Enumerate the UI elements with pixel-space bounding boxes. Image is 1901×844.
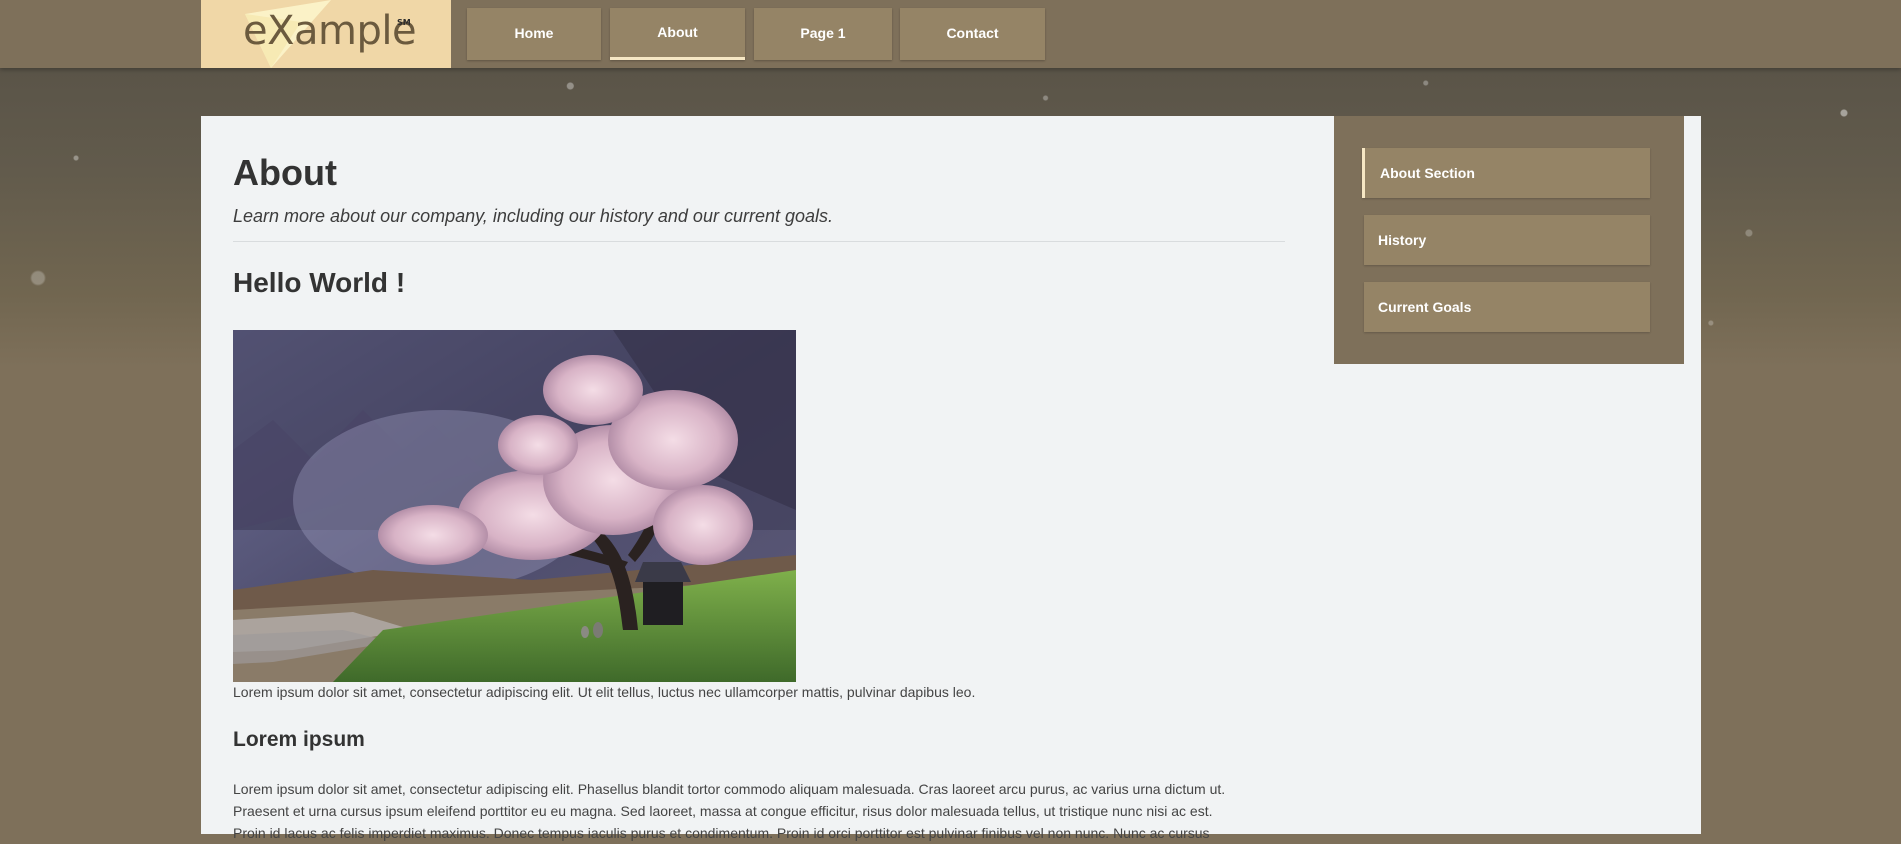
logo-service-mark: SM bbox=[397, 18, 411, 27]
paragraph-line: Praesent et urna cursus ipsum eleifend p… bbox=[233, 803, 1213, 819]
nav-home[interactable]: Home bbox=[467, 8, 601, 60]
subheading: Lorem ipsum bbox=[233, 728, 365, 751]
image-caption: Lorem ipsum dolor sit amet, consectetur … bbox=[233, 684, 976, 700]
sidebar-item-current-goals[interactable]: Current Goals bbox=[1364, 282, 1650, 332]
cherry-blossom-tree-photo bbox=[233, 330, 796, 682]
site-logo[interactable]: eXample SM bbox=[201, 0, 451, 68]
nav-about[interactable]: About bbox=[610, 8, 745, 60]
page-subtitle: Learn more about our company, including … bbox=[233, 206, 834, 226]
top-navigation-bar: eXample SM Home About Page 1 Contact bbox=[0, 0, 1901, 68]
title-divider bbox=[233, 241, 1285, 242]
logo-wordmark: eXample bbox=[243, 8, 417, 54]
nav-page-1[interactable]: Page 1 bbox=[754, 8, 892, 60]
sidebar-item-about-section[interactable]: About Section bbox=[1362, 148, 1650, 198]
paragraph-line: Lorem ipsum dolor sit amet, consectetur … bbox=[233, 781, 1226, 797]
paragraph-line: Proin id lacus ac felis imperdiet maximu… bbox=[233, 825, 1210, 841]
section-heading: Hello World ! bbox=[233, 267, 406, 298]
sidebar-item-history[interactable]: History bbox=[1364, 215, 1650, 265]
nav-contact[interactable]: Contact bbox=[900, 8, 1045, 60]
body-paragraph: Lorem ipsum dolor sit amet, consectetur … bbox=[233, 778, 1293, 844]
page-title: About bbox=[233, 152, 337, 193]
sidebar-menu: About Section History Current Goals bbox=[1334, 116, 1684, 364]
